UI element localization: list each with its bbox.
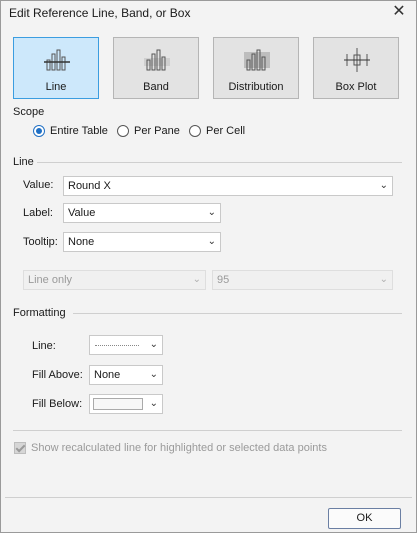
fill-below-label: Fill Below: (32, 398, 83, 410)
line-chart-icon (44, 49, 70, 71)
dialog-title: Edit Reference Line, Band, or Box (9, 6, 191, 20)
tooltip-select[interactable]: None ⌄ (63, 232, 221, 252)
scope-entire-table-label: Entire Table (50, 125, 108, 137)
fill-above-select[interactable]: None ⌄ (89, 365, 163, 385)
scope-label: Scope (13, 106, 45, 118)
scope-per-pane-radio[interactable]: Per Pane (117, 125, 180, 137)
recalc-label: Show recalculated line for highlighted o… (31, 442, 327, 454)
tooltip-label: Tooltip: (23, 236, 58, 248)
chevron-down-icon: ⌄ (192, 274, 201, 285)
dialog: Edit Reference Line, Band, or Box ✕ Line… (0, 0, 417, 533)
type-band-button[interactable]: Band (113, 37, 199, 99)
formatting-section-label: Formatting (13, 307, 66, 319)
scope-per-pane-label: Per Pane (134, 125, 180, 137)
recalc-checkbox (14, 442, 26, 454)
footer-divider (5, 497, 412, 498)
fill-color-swatch (93, 398, 143, 410)
radio-unselected-icon (189, 125, 201, 137)
radio-unselected-icon (117, 125, 129, 137)
type-distribution-label: Distribution (228, 81, 284, 93)
radio-selected-icon (33, 125, 45, 137)
title-bar: Edit Reference Line, Band, or Box ✕ (1, 1, 416, 25)
chevron-down-icon: ⌄ (207, 236, 216, 247)
recalc-divider (13, 430, 402, 431)
chevron-down-icon: ⌄ (207, 207, 216, 218)
band-chart-icon (144, 49, 170, 71)
line-mode-select: Line only ⌄ (23, 270, 206, 290)
scope-entire-table-radio[interactable]: Entire Table (33, 125, 108, 137)
tooltip-select-text: None (68, 236, 95, 248)
fill-above-label: Fill Above: (32, 369, 83, 381)
ok-button[interactable]: OK (328, 508, 401, 529)
distribution-chart-icon (244, 49, 270, 71)
fill-below-select[interactable]: ⌄ (89, 394, 163, 414)
scope-per-cell-label: Per Cell (206, 125, 246, 137)
dotted-line-swatch (95, 345, 139, 346)
close-icon[interactable]: ✕ (390, 3, 408, 21)
percent-select: 95 ⌄ (212, 270, 393, 290)
type-line-button[interactable]: Line (13, 37, 99, 99)
value-label: Value: (23, 179, 54, 191)
type-boxplot-label: Box Plot (335, 81, 377, 93)
type-band-label: Band (143, 81, 169, 93)
line-section-label: Line (13, 156, 34, 168)
type-boxplot-button[interactable]: Box Plot (313, 37, 399, 99)
label-select-text: Value (68, 207, 96, 219)
chevron-down-icon: ⌄ (149, 398, 158, 409)
chevron-down-icon: ⌄ (149, 339, 158, 350)
label-select[interactable]: Value ⌄ (63, 203, 221, 223)
line-mode-select-text: Line only (28, 274, 73, 286)
chevron-down-icon: ⌄ (379, 180, 388, 191)
label-label: Label: (23, 207, 53, 219)
line-style-select[interactable]: ⌄ (89, 335, 163, 355)
chevron-down-icon: ⌄ (379, 274, 388, 285)
type-distribution-button[interactable]: Distribution (213, 37, 299, 99)
scope-per-cell-radio[interactable]: Per Cell (189, 125, 245, 137)
chevron-down-icon: ⌄ (149, 369, 158, 380)
format-line-label: Line: (32, 340, 56, 352)
value-select[interactable]: Round X ⌄ (63, 176, 393, 196)
formatting-section-divider (73, 313, 402, 314)
percent-select-text: 95 (217, 274, 230, 286)
fill-above-select-text: None (94, 369, 121, 381)
value-select-text: Round X (68, 180, 111, 192)
box-plot-icon (344, 48, 370, 72)
type-line-label: Line (45, 81, 67, 93)
line-section-divider (37, 162, 402, 163)
